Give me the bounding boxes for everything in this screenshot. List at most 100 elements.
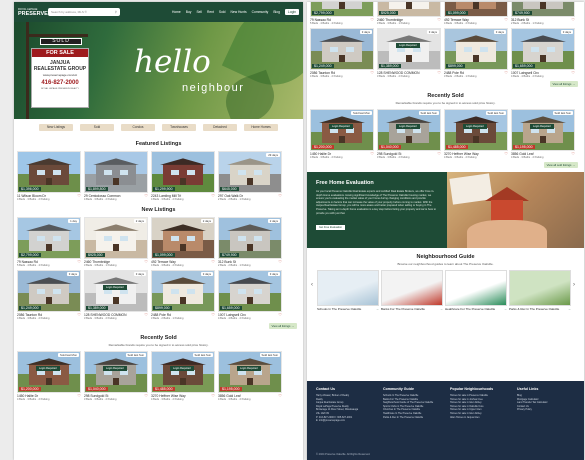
footer-link[interactable]: Privacy Policy: [517, 408, 574, 412]
guide-photo[interactable]: [445, 270, 507, 306]
listing-photo[interactable]: 3 days Login Required $1,389,000: [84, 270, 148, 312]
nav-link[interactable]: Buy: [186, 10, 192, 14]
listing-photo[interactable]: $1,396,000: [17, 151, 81, 193]
nav-link[interactable]: Sold: [219, 10, 226, 14]
login-required-badge[interactable]: Login Required: [237, 366, 261, 371]
listing-card[interactable]: 3 days $1,249,000 2086 Taunton Rd ♡ 4 Beds ·…: [310, 28, 374, 78]
listing-photo[interactable]: $1,299,900: [151, 151, 215, 193]
listing-card[interactable]: 3 days $1,659,000 1007 Laingsell Circ ♡ 4 Be…: [511, 28, 575, 78]
guide-card[interactable]: Banks For The Preserve Oakville →: [381, 270, 443, 311]
guide-card[interactable]: Schools In The Preserve Oakville →: [317, 270, 379, 311]
listing-photo[interactable]: 3 days $1,249,000: [17, 270, 81, 312]
listing-card[interactable]: 3 days Login Required $1,389,000 128 SHENWO…: [84, 270, 148, 320]
listing-photo[interactable]: Sold last Sun Login Required $1,485,000: [151, 351, 215, 393]
guide-card[interactable]: Healthcare For The Preserve Oakville →: [445, 270, 507, 311]
login-required-badge[interactable]: Login Required: [329, 124, 353, 129]
heart-icon[interactable]: ♡: [144, 194, 148, 198]
arrow-right-icon[interactable]: →: [568, 307, 571, 311]
heart-icon[interactable]: ♡: [370, 71, 374, 75]
listing-card[interactable]: $1,396,000 11 Wilson Bloom Dr ♡ 4 Beds · 3 …: [17, 151, 81, 201]
listing-card[interactable]: 3 days $899,000 2488 Pole Rd ♡ 3 Beds · 2 Ba…: [151, 270, 215, 320]
login-required-badge[interactable]: Login Required: [36, 366, 60, 371]
listing-photo[interactable]: 3 days $899,000: [151, 270, 215, 312]
view-all-sold-button[interactable]: View all sold listings →: [543, 162, 578, 168]
heart-icon[interactable]: ♡: [504, 18, 508, 22]
heart-icon[interactable]: ♡: [278, 394, 282, 398]
site-logo[interactable]: ROYAL LEPAGE PRESERVE: [18, 7, 48, 17]
guide-photo[interactable]: [317, 270, 379, 306]
heart-icon[interactable]: ♡: [77, 260, 81, 264]
login-required-badge[interactable]: Login Required: [170, 366, 194, 371]
listing-photo[interactable]: 29 days $645,000: [218, 151, 282, 193]
listing-photo[interactable]: $1,899,800: [84, 151, 148, 193]
listing-photo[interactable]: 2 days$925,000: [84, 217, 148, 259]
category-button[interactable]: Detached: [203, 124, 237, 131]
listing-card[interactable]: Sold last Sun Login Required $1,485,000 327…: [444, 109, 508, 159]
view-all-listings-button[interactable]: View all listings →: [268, 323, 297, 329]
heart-icon[interactable]: ♡: [370, 152, 374, 156]
heart-icon[interactable]: ♡: [211, 394, 215, 398]
listing-card[interactable]: 29 days $645,000 297 Oak Walk Dr ♡ 2 Beds · …: [218, 151, 282, 201]
listing-card[interactable]: $1,299,900 2243 Lamling Mill Trl ♡ 4 Beds ·…: [151, 151, 215, 201]
heart-icon[interactable]: ♡: [370, 18, 374, 22]
heart-icon[interactable]: ♡: [437, 18, 441, 22]
guide-card-title[interactable]: Healthcare For The Preserve Oakville: [445, 307, 495, 311]
listing-photo[interactable]: 2 days $749,900: [218, 217, 282, 259]
heart-icon[interactable]: ♡: [571, 152, 575, 156]
listing-photo[interactable]: Sold last Mon Login Required $1,200,000: [17, 351, 81, 393]
login-required-badge[interactable]: Login Required: [103, 285, 127, 290]
listing-photo[interactable]: Sold last Sun Login Required $1,040,000: [377, 109, 441, 151]
heart-icon[interactable]: ♡: [211, 194, 215, 198]
heart-icon[interactable]: ♡: [437, 152, 441, 156]
login-required-badge[interactable]: Login Required: [530, 124, 554, 129]
listing-photo[interactable]: 2 days$1,099,000: [444, 2, 508, 17]
nav-link[interactable]: Community: [252, 10, 269, 14]
listing-card[interactable]: 3 days $899,000 2488 Pole Rd ♡ 3 Beds · 2 Ba…: [444, 28, 508, 78]
listing-photo[interactable]: 3 days $899,000: [444, 28, 508, 70]
category-button[interactable]: Home Homes: [244, 124, 278, 131]
heart-icon[interactable]: ♡: [278, 313, 282, 317]
nav-link[interactable]: Rent: [207, 10, 214, 14]
view-all-listings-button-2[interactable]: View all listings →: [549, 81, 578, 87]
guide-card-title[interactable]: Schools In The Preserve Oakville: [317, 307, 361, 311]
guide-photo[interactable]: [381, 270, 443, 306]
arrow-right-icon[interactable]: →: [504, 307, 507, 311]
listing-photo[interactable]: Sold last Sun Login Required $1,040,000: [84, 351, 148, 393]
listing-card[interactable]: 2 days$925,0002460 Thornbridge♡3 Beds · …: [84, 217, 148, 267]
listing-photo[interactable]: 1 day$2,799,000: [310, 2, 374, 17]
listing-card[interactable]: Sold last Mon Login Required $1,200,000 145…: [310, 109, 374, 159]
listing-card[interactable]: 2 days$925,0002460 Thornbridge♡3 Beds · …: [377, 2, 441, 25]
listing-card[interactable]: Sold last Sun Login Required $1,195,000 385…: [511, 109, 575, 159]
login-required-badge[interactable]: Login Required: [103, 366, 127, 371]
listing-photo[interactable]: 2 days$1,099,000: [151, 217, 215, 259]
heart-icon[interactable]: ♡: [77, 194, 81, 198]
listing-card[interactable]: 2 days$1,099,000492 Terrace Way♡4 Beds ·…: [151, 217, 215, 267]
listing-photo[interactable]: 3 days $1,659,000: [511, 28, 575, 70]
heart-icon[interactable]: ♡: [278, 260, 282, 264]
heart-icon[interactable]: ♡: [504, 71, 508, 75]
nav-link[interactable]: Blog: [273, 10, 280, 14]
heart-icon[interactable]: ♡: [77, 313, 81, 317]
listing-card[interactable]: Sold last Sun Login Required $1,040,000 298…: [84, 351, 148, 401]
login-required-badge[interactable]: Login Required: [396, 124, 420, 129]
guide-card-title[interactable]: Parks & Rec In The Preserve Oakville: [509, 307, 559, 311]
footer-link[interactable]: Allan Homes in Janjua Glen: [450, 416, 507, 420]
carousel-prev-icon[interactable]: ‹: [311, 282, 315, 288]
listing-photo[interactable]: 2 days$925,000: [377, 2, 441, 17]
listing-card[interactable]: 2 days$749,900312 Bunk St♡2 Beds · 2 Bat…: [218, 217, 282, 267]
listing-card[interactable]: 2 days$1,099,000492 Terrace Way♡4 Beds ·…: [444, 2, 508, 25]
heart-icon[interactable]: ♡: [571, 71, 575, 75]
category-button[interactable]: New Listings: [39, 124, 73, 131]
arrow-right-icon[interactable]: →: [440, 307, 443, 311]
search-input[interactable]: Search by address, MLS ® ⚲: [48, 8, 120, 16]
listing-card[interactable]: 2 days$749,900312 Bunk St♡2 Beds · 2 Bat…: [511, 2, 575, 25]
listing-card[interactable]: 3 days $1,659,000 1007 Laingsell Circ ♡ 4 Be…: [218, 270, 282, 320]
listing-card[interactable]: 1 day$2,799,00079 Nassau Rd♡5 Beds · 4 B…: [17, 217, 81, 267]
listing-card[interactable]: Sold last Sun Login Required $1,485,000 327…: [151, 351, 215, 401]
guide-card-title[interactable]: Banks For The Preserve Oakville: [381, 307, 425, 311]
footer-link[interactable]: Parks & Rec In The Preserve Oakville: [383, 416, 440, 420]
heart-icon[interactable]: ♡: [504, 152, 508, 156]
nav-link[interactable]: New Hunts: [231, 10, 247, 14]
heart-icon[interactable]: ♡: [571, 18, 575, 22]
guide-photo[interactable]: [509, 270, 571, 306]
